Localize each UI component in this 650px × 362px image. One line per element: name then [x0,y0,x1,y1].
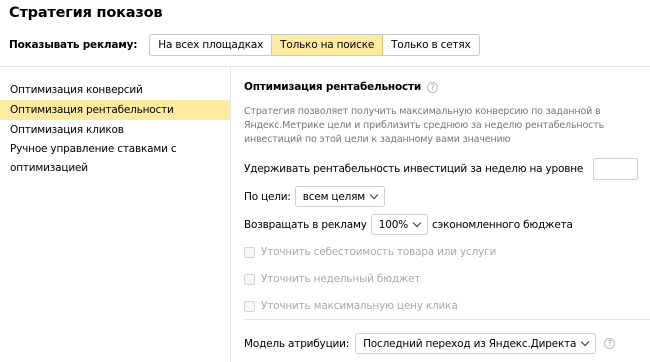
chevron-down-icon [369,190,379,199]
attribution-row: Модель атрибуции: Последний переход из Я… [244,333,616,354]
goal-select-value: всем целям [302,190,365,203]
budget-checkbox[interactable] [244,273,255,285]
placement-segmented-control: На всех площадках Только на поиске Тольк… [149,34,480,56]
strategy-settings: Оптимизация рентабельности ? Стратегия п… [244,80,650,354]
reinvest-select[interactable]: 100% [370,214,428,235]
goal-row: По цели: всем целям [244,186,385,207]
attribution-select-value: Последний переход из Яндекс.Директа [363,337,577,350]
sidebar-item-clicks[interactable]: Оптимизация кликов [0,120,230,140]
sidebar-item-profitability[interactable]: Оптимизация рентабельности [0,100,230,120]
chevron-down-icon [412,218,422,227]
strategy-sidebar: Оптимизация конверсий Оптимизация рентаб… [0,80,230,178]
reinvest-select-value: 100% [378,218,408,231]
chevron-down-icon [581,337,590,346]
roi-input[interactable] [593,158,639,180]
section-title-row: Оптимизация рентабельности ? [244,80,644,94]
max-cpc-checkbox-label: Уточнить максимальную цену клика [261,300,458,312]
strategy-description: Стратегия позволяет получить максимальну… [244,106,605,145]
section-title: Оптимизация рентабельности [244,81,422,93]
show-ads-row: Показывать рекламу: На всех площадках То… [9,34,480,56]
header-divider [0,66,650,67]
attribution-label: Модель атрибуции: [244,337,350,350]
budget-checkbox-label: Уточнить недельный бюджет [261,273,421,285]
reinvest-suffix: сэкономленного бюджета [431,218,573,231]
placement-search-button[interactable]: Только на поиске [272,35,384,55]
roi-row: Удерживать рентабельность инвестиций за … [244,158,639,180]
cost-checkbox-row: Уточнить себестоимость товара или услуги [244,246,496,258]
page-title: Стратегия показов [9,5,163,21]
sidebar-item-manual-bids[interactable]: Ручное управление ставками с оптимизацие… [0,140,230,178]
question-icon[interactable]: ? [604,338,616,349]
cost-checkbox[interactable] [244,246,255,258]
max-cpc-checkbox-row: Уточнить максимальную цену клика [244,300,458,312]
reinvest-label: Возвращать в рекламу [244,218,367,231]
goal-label: По цели: [244,190,291,203]
attribution-select[interactable]: Последний переход из Яндекс.Директа [355,333,597,354]
placement-networks-button[interactable]: Только в сетях [383,35,478,55]
goal-select[interactable]: всем целям [294,186,385,207]
sidebar-divider [230,67,231,362]
question-icon[interactable]: ? [427,81,439,93]
max-cpc-checkbox[interactable] [244,300,255,312]
budget-checkbox-row: Уточнить недельный бюджет [244,273,421,285]
placement-all-button[interactable]: На всех площадках [150,35,273,55]
show-ads-label: Показывать рекламу: [9,39,138,51]
attribution-divider [244,319,650,320]
cost-checkbox-label: Уточнить себестоимость товара или услуги [261,246,497,258]
reinvest-row: Возвращать в рекламу 100% сэкономленного… [244,214,573,235]
roi-label: Удерживать рентабельность инвестиций за … [244,163,584,175]
sidebar-item-conversions[interactable]: Оптимизация конверсий [0,80,230,100]
